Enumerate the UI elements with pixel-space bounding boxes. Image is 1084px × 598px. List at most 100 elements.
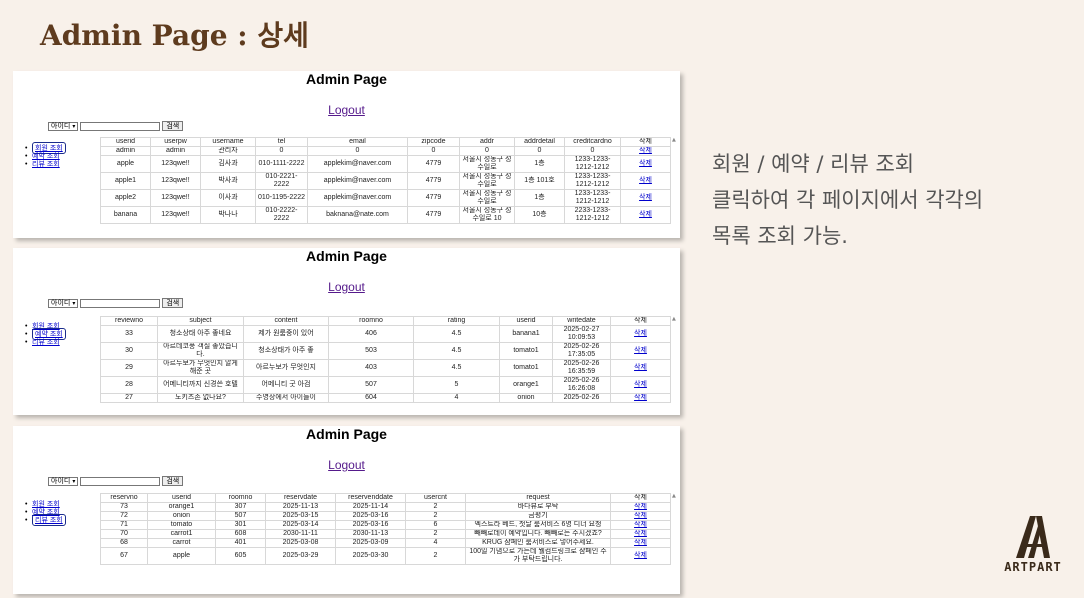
sidebar-nav: • 회원 조회 • 예약 조회 • 리뷰 조회: [25, 142, 66, 169]
table-row: 30 아르데코풍 객실 좋았습니다. 청소상태가 아주 좋 503 4.5 tomato1…: [100, 342, 671, 360]
table-cell: 73: [100, 502, 148, 512]
table-cell: 4: [413, 393, 500, 403]
description-line: 목록 조회 가능.: [712, 224, 848, 248]
delete-link[interactable]: 삭제: [634, 395, 647, 402]
chevron-down-icon: ▾: [72, 123, 76, 130]
table-cell: 서울시 성동구 성수일로: [459, 155, 515, 173]
logout-link[interactable]: Logout: [13, 280, 680, 294]
search-button[interactable]: 검색: [162, 476, 184, 486]
column-header: reservenddate: [335, 493, 406, 503]
table-cell: 605: [215, 547, 266, 565]
artpart-logo: ARTPART: [996, 514, 1070, 588]
scroll-up-icon[interactable]: ▲: [672, 493, 678, 499]
table-cell: 4: [405, 538, 466, 548]
table-cell: orange1: [147, 502, 216, 512]
delete-cell: 삭제: [610, 547, 671, 565]
table-cell: 406: [328, 325, 414, 343]
delete-cell: 삭제: [620, 146, 671, 156]
table-cell: 301: [215, 520, 266, 530]
column-header: 삭제: [610, 316, 671, 326]
table-cell: admin: [100, 146, 151, 156]
search-input[interactable]: [80, 476, 161, 486]
table-cell: 010-1111-2222: [255, 155, 308, 173]
table-cell: apple: [100, 155, 151, 173]
table-cell: 서울시 성동구 성수일로: [459, 189, 515, 207]
table-cell: 5: [413, 376, 500, 394]
search-bar: 아이디 ▾ 검색: [48, 476, 184, 486]
table-cell: 307: [215, 502, 266, 512]
table-cell: 70: [100, 529, 148, 539]
description-line: 회원 / 예약 / 리뷰 조회: [712, 152, 915, 176]
table-cell: 4.5: [413, 342, 500, 360]
nav-item-reviews[interactable]: • 리뷰 조회: [25, 160, 66, 169]
table-cell: 아르누보가 무엇인지 알게 해준 곳: [157, 359, 244, 377]
column-header: 삭제: [610, 493, 671, 503]
table-cell: 2: [405, 529, 466, 539]
delete-link[interactable]: 삭제: [639, 211, 652, 218]
search-button[interactable]: 검색: [162, 121, 184, 131]
table-cell: 33: [100, 325, 158, 343]
table-cell: 1233-1233-1212-1212: [564, 155, 621, 173]
slide-title: Admin Page : 상세: [40, 19, 309, 52]
table-cell: 서울시 성동구 성수일로: [459, 172, 515, 190]
table-cell: 2025-03-30: [335, 547, 406, 565]
nav-item-reviews[interactable]: • 리뷰 조회: [25, 514, 66, 526]
delete-link[interactable]: 삭제: [634, 504, 647, 511]
table-row: apple 123qwe!! 김사과 010-1111-2222 applekim@na…: [100, 155, 671, 173]
search-input[interactable]: [80, 121, 161, 131]
delete-link[interactable]: 삭제: [639, 160, 652, 167]
search-input[interactable]: [80, 298, 161, 308]
logo-text: ARTPART: [1004, 560, 1062, 574]
delete-link[interactable]: 삭제: [639, 194, 652, 201]
table-cell: 2025-03-08: [265, 538, 336, 548]
column-header: writedate: [552, 316, 611, 326]
column-header: userid: [100, 137, 151, 147]
table-cell: 박나나: [200, 206, 256, 224]
delete-link[interactable]: 삭제: [634, 513, 647, 520]
delete-link[interactable]: 삭제: [634, 540, 647, 547]
delete-link[interactable]: 삭제: [639, 148, 652, 155]
search-field-select[interactable]: 아이디 ▾: [48, 298, 79, 308]
table-cell: onion: [147, 511, 216, 521]
table-cell: 4.5: [413, 325, 500, 343]
search-field-select[interactable]: 아이디 ▾: [48, 121, 79, 131]
table-cell: 401: [215, 538, 266, 548]
table-cell: 이사과: [200, 189, 256, 207]
table-cell: 72: [100, 511, 148, 521]
delete-link[interactable]: 삭제: [634, 531, 647, 538]
delete-link[interactable]: 삭제: [634, 522, 647, 529]
table-cell: carrot1: [147, 529, 216, 539]
delete-link[interactable]: 삭제: [634, 347, 647, 354]
delete-link[interactable]: 삭제: [634, 381, 647, 388]
sidebar-nav: • 회원 조회 • 예약 조회 • 리뷰 조회: [25, 322, 66, 346]
delete-cell: 삭제: [610, 529, 671, 539]
scroll-up-icon[interactable]: ▲: [672, 137, 678, 143]
delete-link[interactable]: 삭제: [634, 330, 647, 337]
table-cell: 123qwe!!: [150, 155, 201, 173]
delete-link[interactable]: 삭제: [639, 177, 652, 184]
table-cell: 2025-11-14: [335, 502, 406, 512]
column-header: 삭제: [620, 137, 671, 147]
members-table: userid userpw username tel email zipcode addr a…: [100, 137, 671, 224]
table-cell: 4779: [407, 155, 460, 173]
search-button[interactable]: 검색: [162, 298, 184, 308]
nav-item-reviews[interactable]: • 리뷰 조회: [25, 338, 66, 347]
table-cell: carrot: [147, 538, 216, 548]
scroll-up-icon[interactable]: ▲: [672, 316, 678, 322]
table-cell: orange1: [499, 376, 553, 394]
table-cell: apple: [147, 547, 216, 565]
table-cell: 0: [459, 146, 515, 156]
delete-cell: 삭제: [610, 520, 671, 530]
column-header: email: [307, 137, 408, 147]
table-cell: tomato1: [499, 342, 553, 360]
logout-link[interactable]: Logout: [13, 458, 680, 472]
table-cell: tomato1: [499, 359, 553, 377]
logout-link[interactable]: Logout: [13, 103, 680, 117]
search-field-select[interactable]: 아이디 ▾: [48, 476, 79, 486]
table-cell: 29: [100, 359, 158, 377]
table-cell: 503: [328, 342, 414, 360]
delete-link[interactable]: 삭제: [634, 552, 647, 559]
column-header: userid: [147, 493, 216, 503]
delete-link[interactable]: 삭제: [634, 364, 647, 371]
table-cell: 507: [215, 511, 266, 521]
